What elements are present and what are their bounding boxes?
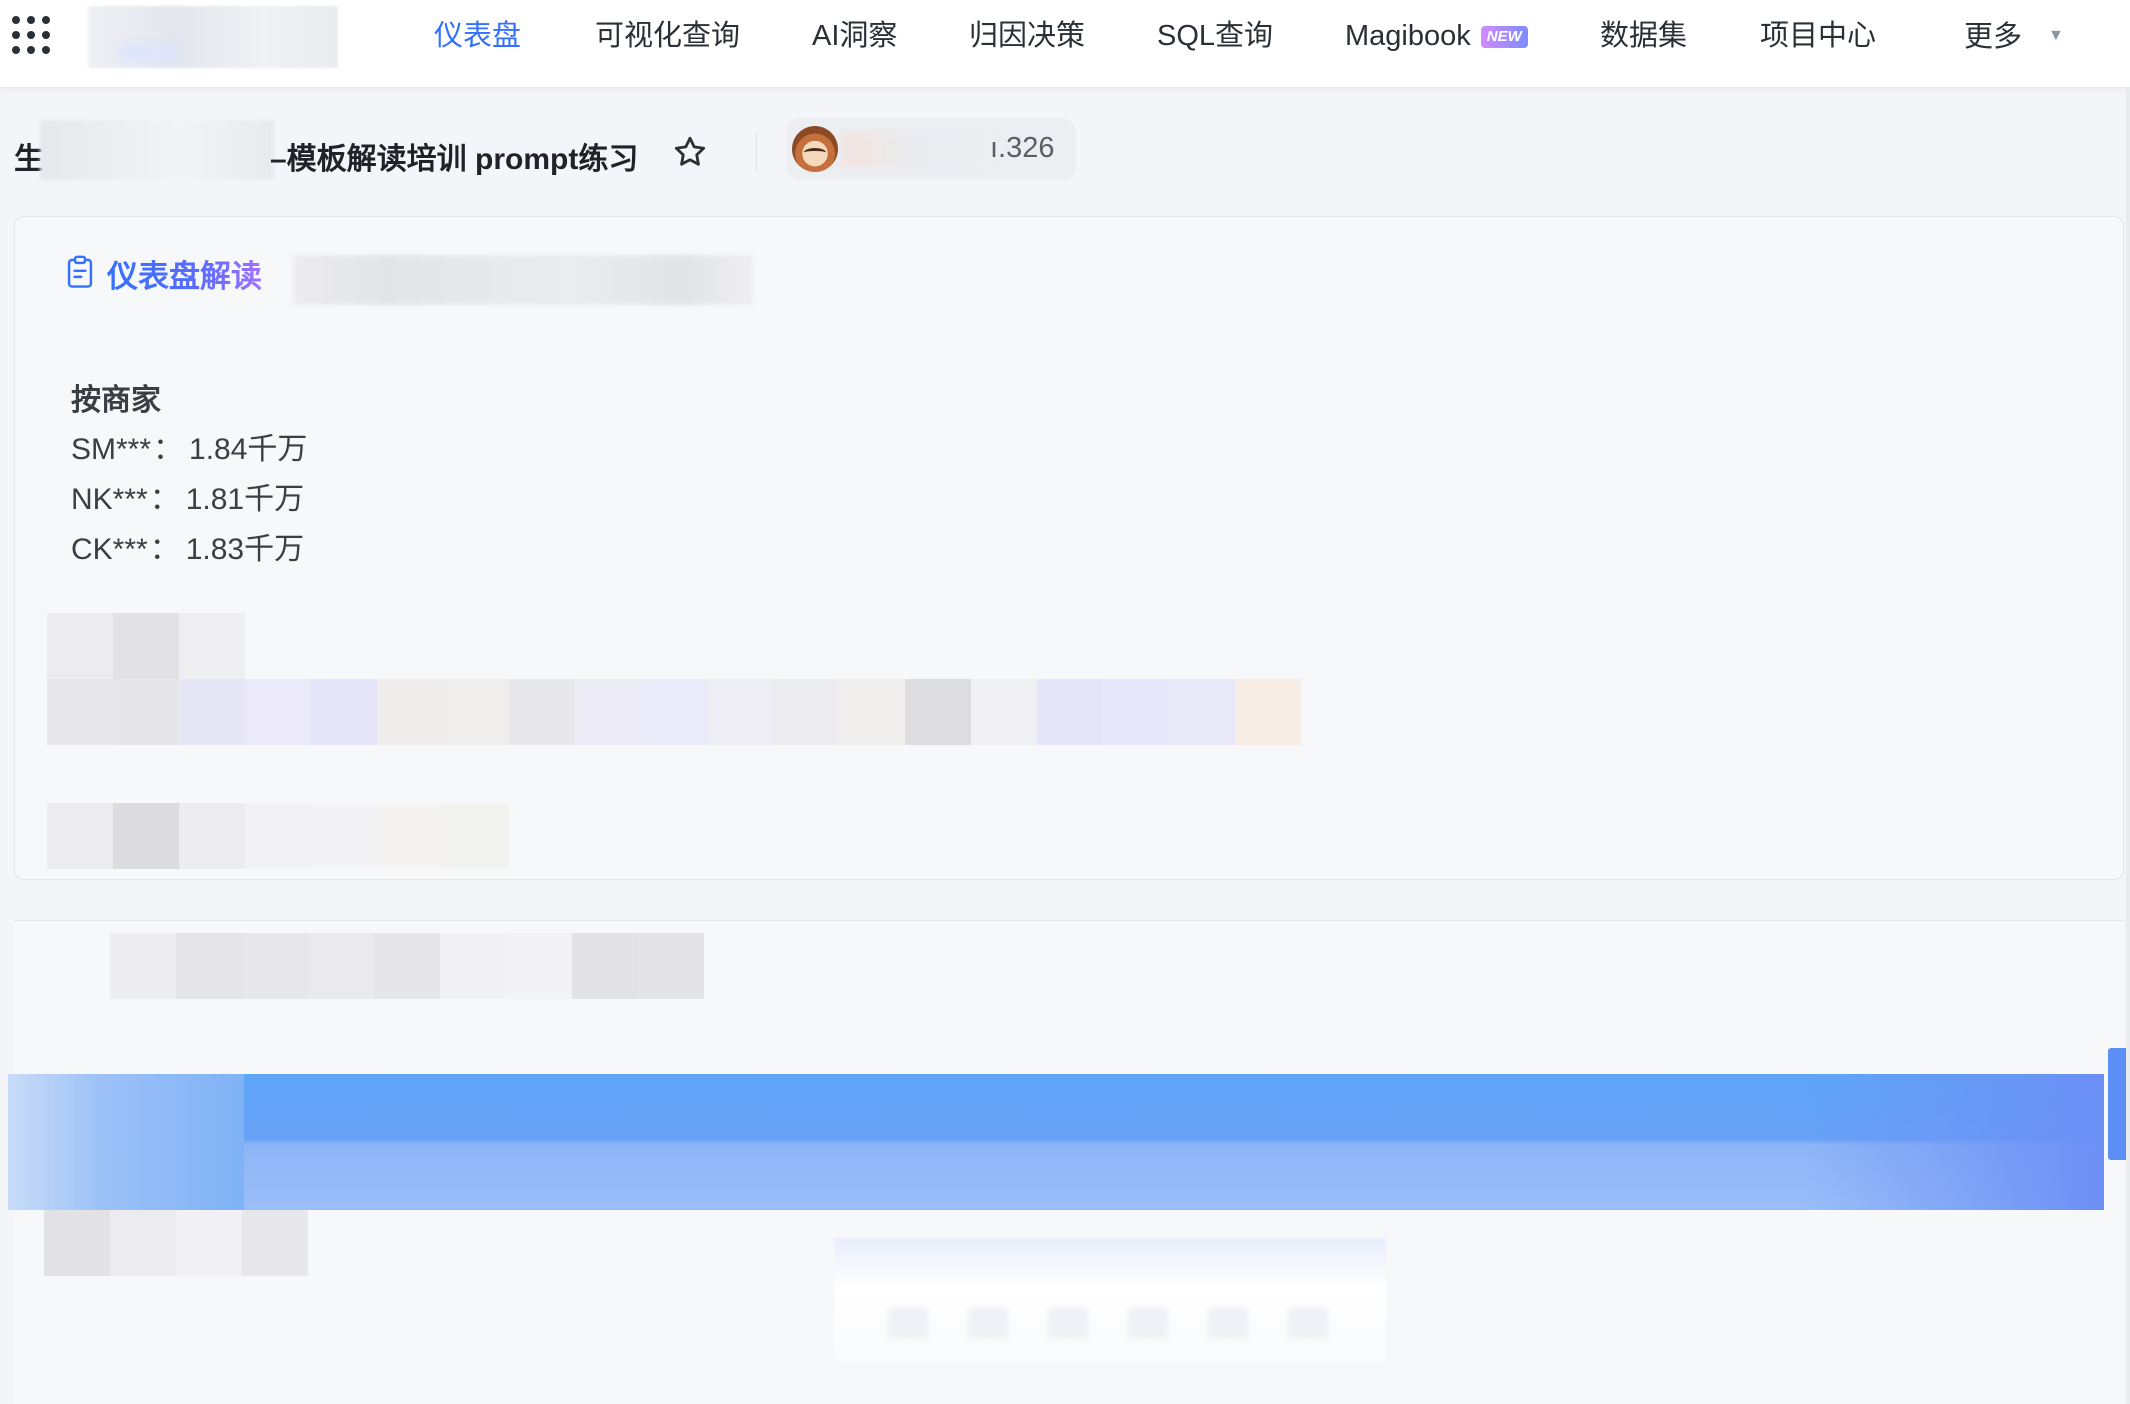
metric-name: NK*** [71, 483, 148, 516]
dashboard-title-row: 生 –模板解读培训 prompt练习 ı.326 [0, 118, 2130, 190]
nav-item-ai-insight[interactable]: AI洞察 [812, 16, 897, 56]
clipboard-icon [67, 255, 93, 288]
page: 仪表盘 可视化查询 AI洞察 归因决策 SQL查询 Magibook NEW 数据… [0, 0, 2130, 1404]
nav-item-more-label: 更多 [1964, 21, 2023, 53]
redacted-block [44, 1210, 308, 1276]
dashboard-title: –模板解读培训 prompt练习 [270, 143, 639, 176]
top-nav-bar: 仪表盘 可视化查询 AI洞察 归因决策 SQL查询 Magibook NEW 数据… [0, 0, 2130, 88]
metric-row: SM***： 1.84千万 [71, 425, 307, 475]
avatar [792, 126, 838, 172]
title-divider [756, 132, 757, 172]
redacted-block [888, 1308, 1328, 1338]
owner-name: ı.326 [990, 132, 1055, 164]
section-label: 按商家 [71, 384, 161, 417]
nav-item-more[interactable]: 更多 ▼ [1964, 16, 2064, 56]
metric-row: CK***： 1.83千万 [71, 525, 307, 575]
star-icon[interactable] [672, 134, 708, 170]
metric-separator: ： [149, 483, 180, 516]
metric-list: SM***： 1.84千万 NK***： 1.81千万 CK***： 1.83千万 [71, 425, 307, 575]
insight-meta-redacted [293, 255, 753, 305]
metric-value: 1.83千万 [185, 533, 305, 566]
redacted-block [47, 613, 245, 679]
popup-panel-redacted [834, 1238, 1386, 1362]
caret-down-icon: ▼ [2048, 27, 2064, 44]
nav-item-magibook-label: Magibook [1345, 20, 1471, 52]
insight-title[interactable]: 仪表盘解读 [107, 251, 262, 296]
nav-item-dashboard[interactable]: 仪表盘 [434, 16, 521, 56]
metric-separator: ： [153, 433, 184, 466]
metric-value: 1.81千万 [185, 483, 305, 516]
nav-item-datasets[interactable]: 数据集 [1600, 16, 1687, 56]
redacted-block [110, 933, 704, 999]
metric-name: CK*** [71, 533, 148, 566]
nav-item-magibook[interactable]: Magibook NEW [1345, 16, 1528, 56]
highlighted-row-redacted[interactable] [8, 1074, 2104, 1210]
scrollbar-track[interactable] [2126, 88, 2130, 1404]
metric-value: 1.84千万 [189, 433, 308, 466]
redacted-block [47, 679, 1301, 745]
redacted-block [47, 803, 509, 869]
dashboard-title-redacted [40, 120, 274, 180]
nav-item-visual-query[interactable]: 可视化查询 [595, 16, 740, 56]
metric-separator: ： [149, 533, 180, 566]
owner-chip[interactable]: ı.326 [786, 118, 1076, 180]
metric-name: SM*** [71, 433, 152, 466]
nav-item-project-center[interactable]: 项目中心 [1760, 16, 1876, 56]
dashboard-insight-card: 仪表盘解读 按商家 SM***： 1.84千万 NK***： 1.81千万 CK**… [14, 216, 2124, 880]
metric-row: NK***： 1.81千万 [71, 475, 307, 525]
nav-item-attribution[interactable]: 归因决策 [969, 16, 1085, 56]
new-badge: NEW [1480, 26, 1528, 48]
main-nav: 仪表盘 可视化查询 AI洞察 归因决策 SQL查询 Magibook NEW 数据… [0, 0, 2130, 88]
owner-name-redacted [842, 132, 992, 168]
nav-item-sql-query[interactable]: SQL查询 [1157, 16, 1273, 56]
